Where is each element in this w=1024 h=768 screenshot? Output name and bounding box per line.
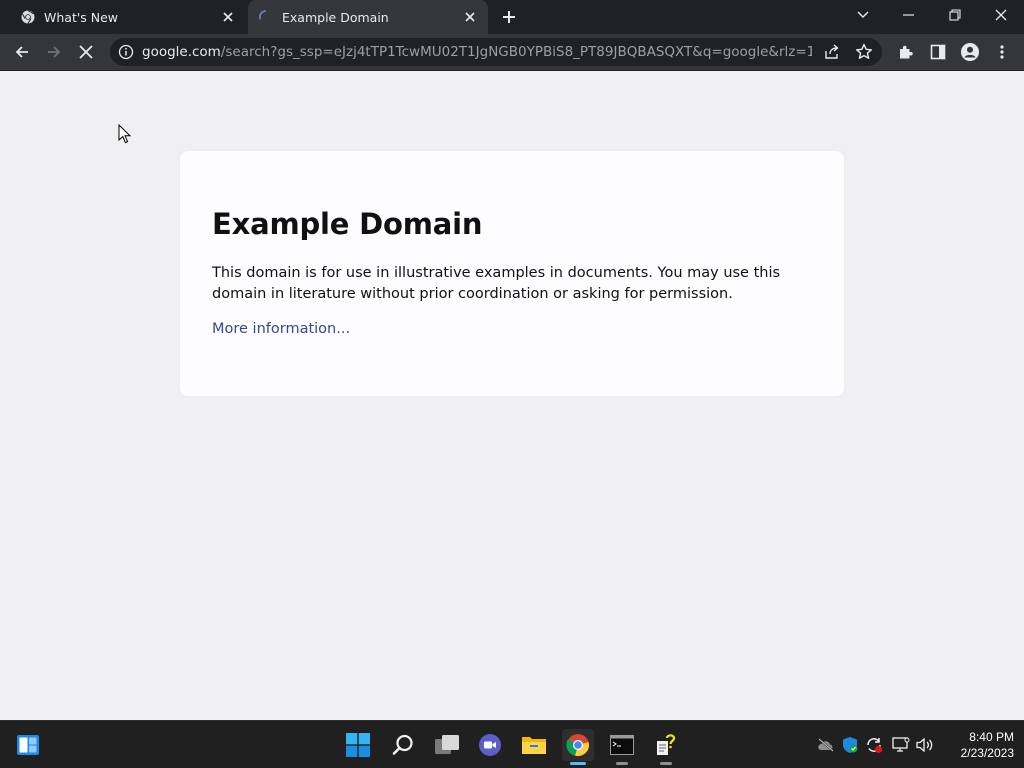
back-arrow-icon[interactable] <box>8 38 36 66</box>
close-icon[interactable] <box>218 7 238 27</box>
teams-chat-icon[interactable] <box>474 729 506 761</box>
tab-title: What's New <box>44 9 119 25</box>
file-explorer-icon[interactable] <box>518 729 550 761</box>
onedrive-offline-icon[interactable] <box>816 735 836 755</box>
web-page: Example Domain This domain is for use in… <box>0 71 1024 720</box>
new-tab-button[interactable] <box>498 6 520 28</box>
clock[interactable]: 8:40 PM 2/23/2023 <box>944 729 1014 761</box>
chrome-taskbar-icon[interactable] <box>562 729 594 765</box>
url-host: google.com <box>142 44 221 60</box>
site-info-icon[interactable] <box>118 44 134 60</box>
page-description: This domain is for use in illustrative e… <box>212 265 781 302</box>
taskbar: 8:40 PM 2/23/2023 <box>0 720 1024 768</box>
close-icon[interactable] <box>460 7 480 27</box>
running-indicator <box>660 762 672 765</box>
tab-title: Example Domain <box>282 9 389 25</box>
network-icon[interactable] <box>891 735 911 755</box>
browser-toolbar: google.com/search?gs_ssp=eJzj4tTP1TcwMU0… <box>0 34 1024 71</box>
clock-date: 2/23/2023 <box>960 746 1014 760</box>
tab-whats-new[interactable]: What's New <box>0 0 246 34</box>
url-text[interactable]: google.com/search?gs_ssp=eJzj4tTP1TcwMU0… <box>142 38 812 66</box>
url-path: /search?gs_ssp=eJzj4tTP1TcwMU02T1JgNGB0Y… <box>220 44 812 60</box>
tab-strip: What's New Example Domain <box>0 0 1024 34</box>
tab-search-icon[interactable] <box>840 0 886 30</box>
profile-avatar-icon[interactable] <box>956 38 984 66</box>
search-icon[interactable] <box>387 729 419 761</box>
clock-time: 8:40 PM <box>969 730 1014 744</box>
address-bar[interactable]: google.com/search?gs_ssp=eJzj4tTP1TcwMU0… <box>110 38 882 66</box>
side-panel-icon[interactable] <box>924 38 952 66</box>
help-notepad-icon[interactable] <box>650 729 682 765</box>
task-view-icon[interactable] <box>431 729 463 761</box>
more-menu-icon[interactable] <box>988 38 1016 66</box>
running-indicator <box>616 762 628 765</box>
loading-spinner-icon <box>258 9 274 25</box>
extensions-puzzle-icon[interactable] <box>892 38 920 66</box>
mouse-pointer-icon <box>118 123 132 144</box>
bookmark-star-icon[interactable] <box>854 42 874 62</box>
security-shield-icon[interactable] <box>840 735 860 755</box>
page-title: Example Domain <box>212 207 483 241</box>
minimize-icon[interactable] <box>886 0 932 30</box>
forward-arrow-icon[interactable] <box>40 38 68 66</box>
restore-icon[interactable] <box>932 0 978 30</box>
windows-start-icon[interactable] <box>342 729 374 761</box>
terminal-icon[interactable] <box>606 729 638 765</box>
content-card: Example Domain This domain is for use in… <box>180 151 844 396</box>
sync-error-icon[interactable] <box>864 735 884 755</box>
tab-example-domain[interactable]: Example Domain <box>248 0 488 34</box>
widgets-icon[interactable] <box>12 729 44 761</box>
volume-icon[interactable] <box>915 735 935 755</box>
close-window-icon[interactable] <box>978 0 1024 30</box>
share-icon[interactable] <box>822 42 842 62</box>
chrome-icon <box>20 9 36 25</box>
more-information-link[interactable]: More information... <box>212 321 350 337</box>
active-indicator <box>570 762 586 765</box>
stop-loading-icon[interactable] <box>72 38 100 66</box>
